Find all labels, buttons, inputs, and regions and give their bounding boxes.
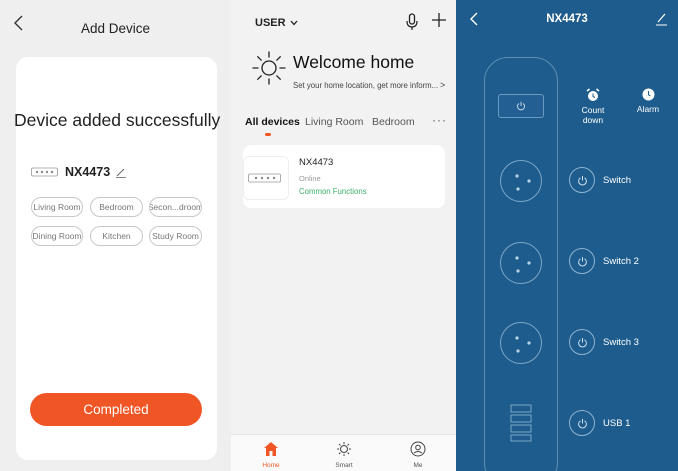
clock-icon [642, 88, 654, 101]
countdown-label: Count down [581, 105, 605, 125]
nav-me-label: Me [413, 462, 423, 469]
success-message: Device added successfully [14, 110, 221, 130]
power-icon [577, 418, 587, 428]
room-chip-living-room[interactable]: Living Room [31, 197, 83, 217]
tab-all-devices[interactable]: All devices [245, 116, 300, 128]
usb-1-power-button[interactable] [569, 410, 595, 436]
outlet-1 [500, 160, 542, 202]
room-chip-second-bedroom[interactable]: Secon...droom [149, 197, 202, 217]
me-icon [410, 441, 426, 457]
switch-1-label: Switch [603, 174, 631, 186]
power-icon [577, 175, 587, 185]
room-chip-kitchen[interactable]: Kitchen [90, 226, 143, 246]
switch-3-row[interactable]: Switch 3 [569, 328, 639, 356]
nav-me[interactable]: Me [393, 435, 443, 471]
smart-icon [337, 442, 351, 456]
usb-1-row[interactable]: USB 1 [569, 409, 630, 437]
switch-1-row[interactable]: Switch [569, 166, 631, 194]
device-image [243, 156, 289, 200]
room-chip-dining-room[interactable]: Dining Room [31, 226, 83, 246]
usb-1-label: USB 1 [603, 417, 631, 429]
power-strip-thumbnail-icon [31, 167, 58, 177]
add-icon[interactable] [430, 11, 448, 29]
power-icon [577, 337, 587, 347]
active-tab-indicator [265, 133, 271, 136]
switch-3-label: Switch 3 [603, 336, 639, 348]
nav-home-label: Home [262, 462, 280, 469]
common-functions-link[interactable]: Common Functions [299, 187, 367, 196]
room-chip-bedroom[interactable]: Bedroom [90, 197, 143, 217]
outlet-3 [500, 322, 542, 364]
added-device-row: NX4473 [31, 162, 127, 182]
chevron-down-icon [290, 20, 298, 26]
user-label: USER [255, 17, 286, 29]
microphone-icon[interactable] [405, 13, 419, 31]
alarm-clock-icon [586, 88, 600, 101]
completed-button[interactable]: Completed [30, 393, 202, 426]
home-screen: USER Welcome home Set your home location… [231, 0, 456, 471]
nav-smart-label: Smart [335, 462, 353, 469]
alarm-button[interactable]: Alarm [623, 88, 673, 114]
add-device-screen: Add Device Device added successfully NX4… [0, 0, 231, 471]
outlet-holes-icon [515, 256, 531, 273]
edit-icon[interactable] [655, 12, 668, 26]
device-status: Online [299, 174, 321, 183]
add-device-header: Add Device [0, 0, 231, 44]
power-icon [517, 101, 525, 111]
home-icon [264, 442, 278, 456]
edit-name-icon[interactable] [115, 166, 127, 178]
nav-home[interactable]: Home [246, 435, 296, 471]
device-card-name: NX4473 [299, 157, 334, 168]
location-prompt[interactable]: Set your home location, get more inform.… [293, 81, 438, 90]
power-strip-thumbnail-icon [248, 173, 281, 183]
outlet-holes-icon [515, 174, 531, 191]
switch-3-power-button[interactable] [569, 329, 595, 355]
tab-bedroom[interactable]: Bedroom [372, 116, 415, 128]
outlet-holes-icon [515, 336, 531, 353]
bottom-nav: Home Smart Me [231, 434, 456, 471]
chevron-right-icon[interactable]: > [440, 80, 445, 90]
device-name: NX4473 [65, 165, 111, 179]
power-icon [577, 256, 587, 266]
alarm-label: Alarm [636, 104, 660, 114]
page-title: Add Device [80, 21, 151, 36]
nav-smart[interactable]: Smart [319, 435, 369, 471]
switch-2-row[interactable]: Switch 2 [569, 247, 639, 275]
switch-2-power-button[interactable] [569, 248, 595, 274]
master-power-button[interactable] [498, 94, 544, 118]
countdown-button[interactable]: Count down [568, 88, 618, 125]
switch-1-power-button[interactable] [569, 167, 595, 193]
usb-ports-icon [510, 404, 532, 442]
outlet-2 [500, 242, 542, 284]
more-tabs-icon[interactable]: ··· [432, 113, 447, 127]
tab-living-room[interactable]: Living Room [305, 116, 363, 128]
sun-weather-icon [252, 51, 286, 85]
switch-2-label: Switch 2 [603, 255, 639, 267]
device-control-screen: NX4473 Count down Alarm Switch Switch 2 … [456, 0, 678, 471]
room-chip-study-room[interactable]: Study Room [149, 226, 202, 246]
welcome-title: Welcome home [293, 52, 415, 72]
device-title: NX4473 [546, 13, 588, 25]
user-home-selector[interactable]: USER [255, 17, 298, 29]
